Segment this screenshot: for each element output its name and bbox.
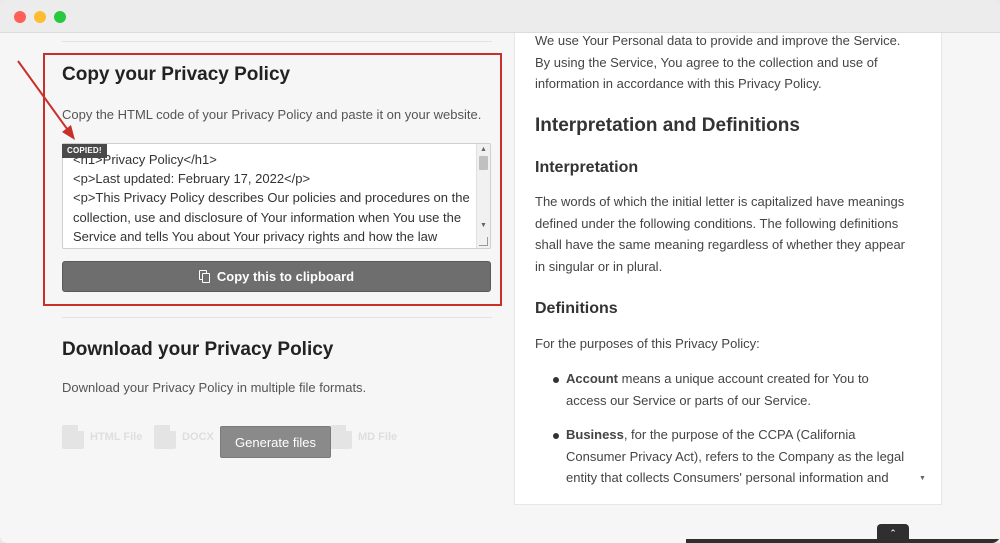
page-content: Copy your Privacy Policy Copy the HTML c… <box>0 33 1000 543</box>
format-label: MD File <box>358 431 398 443</box>
file-icon <box>62 425 84 449</box>
close-window-button[interactable] <box>14 11 26 23</box>
clipboard-icon <box>198 270 211 283</box>
browser-window: Copy your Privacy Policy Copy the HTML c… <box>0 0 1000 543</box>
definition-item: Business, for the purpose of the CCPA (C… <box>566 424 906 489</box>
definition-term: Account <box>566 371 618 386</box>
interpretation-paragraph: The words of which the initial letter is… <box>535 194 905 274</box>
bullet-icon <box>553 433 559 439</box>
heading-interpretation: Interpretation <box>535 159 639 176</box>
title-bar <box>0 0 1000 33</box>
download-section-title: Download your Privacy Policy <box>62 339 334 360</box>
intro-paragraph: We use Your Personal data to provide and… <box>535 33 901 91</box>
definition-item: Account means a unique account created f… <box>566 368 906 411</box>
scroll-thumb[interactable] <box>479 156 488 170</box>
format-html[interactable]: HTML File <box>62 425 142 449</box>
annotation-arrow-icon <box>17 60 75 140</box>
minimize-window-button[interactable] <box>34 11 46 23</box>
bottom-bar <box>686 539 1000 543</box>
scroll-down-icon[interactable]: ▼ <box>480 222 487 229</box>
copy-button-label: Copy this to clipboard <box>216 269 355 284</box>
format-md[interactable]: MD File <box>330 425 397 449</box>
format-docx[interactable]: DOCX <box>154 425 214 449</box>
file-icon <box>154 425 176 449</box>
textarea-scrollbar[interactable]: ▲ ▼ <box>476 144 490 248</box>
heading-definitions: Definitions <box>535 300 618 317</box>
download-section-description: Download your Privacy Policy in multiple… <box>62 380 367 395</box>
heading-interpretation-definitions: Interpretation and Definitions <box>535 115 800 136</box>
scroll-down-icon[interactable]: ▼ <box>919 475 926 482</box>
copy-to-clipboard-button[interactable]: Copy this to clipboard <box>62 261 491 292</box>
format-label: DOCX <box>182 431 214 443</box>
preview-scrollbar[interactable]: ▼ <box>916 33 930 493</box>
resize-grip-icon[interactable] <box>479 237 488 246</box>
scroll-up-icon[interactable]: ▲ <box>480 146 487 153</box>
maximize-window-button[interactable] <box>54 11 66 23</box>
generate-files-button[interactable]: Generate files <box>220 426 331 458</box>
divider <box>62 317 492 318</box>
file-icon <box>330 425 352 449</box>
definition-term: Business <box>566 427 624 442</box>
bullet-icon <box>553 377 559 383</box>
format-label: HTML File <box>90 431 143 443</box>
definitions-intro: For the purposes of this Privacy Policy: <box>535 336 760 351</box>
